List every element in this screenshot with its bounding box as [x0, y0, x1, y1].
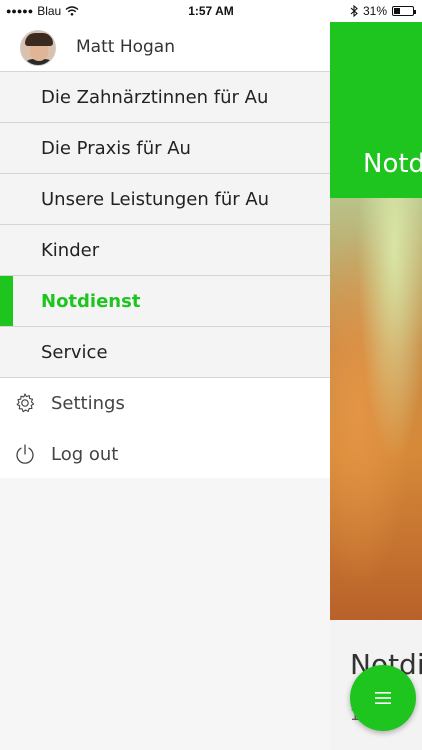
active-indicator [0, 276, 13, 326]
bluetooth-icon [350, 5, 358, 17]
app-header-title: Notd [363, 149, 422, 179]
logout-label: Log out [51, 444, 119, 465]
profile-name: Matt Hogan [76, 37, 175, 57]
menu-item-kinder[interactable]: Kinder [0, 225, 330, 276]
menu-item-zahnaerztinnen[interactable]: Die Zahnärztinnen für Au [0, 72, 330, 123]
logout-button[interactable]: Log out [0, 429, 330, 480]
menu-item-label: Unsere Leistungen für Au [41, 189, 270, 210]
menu-item-label: Service [41, 342, 108, 363]
menu-item-service[interactable]: Service [0, 327, 330, 378]
settings-label: Settings [51, 393, 125, 414]
avatar [20, 30, 56, 66]
hero-image [330, 198, 422, 620]
settings-button[interactable]: Settings [0, 378, 330, 429]
menu-icon [375, 692, 391, 704]
battery-icon [392, 6, 416, 16]
background-app[interactable]: Notd Notdi 1 [330, 0, 422, 750]
battery-percent: 31% [362, 4, 387, 18]
menu-item-label: Die Zahnärztinnen für Au [41, 87, 269, 108]
menu-item-label: Notdienst [41, 291, 141, 312]
menu-item-label: Kinder [41, 240, 100, 261]
menu-item-label: Die Praxis für Au [41, 138, 191, 159]
menu-item-praxis[interactable]: Die Praxis für Au [0, 123, 330, 174]
menu-item-notdienst[interactable]: Notdienst [0, 276, 330, 327]
menu-fab-button[interactable] [350, 665, 416, 731]
navigation-drawer: Matt Hogan Die Zahnärztinnen für Au Die … [0, 0, 330, 750]
menu-item-leistungen[interactable]: Unsere Leistungen für Au [0, 174, 330, 225]
app-header: Notd [330, 0, 422, 198]
gear-icon [16, 393, 35, 413]
system-menu: Settings Log out [0, 378, 330, 478]
status-bar: ●●●●● Blau 1:57 AM 31% [0, 0, 422, 22]
power-icon [16, 444, 34, 464]
menu-list: Die Zahnärztinnen für Au Die Praxis für … [0, 72, 330, 378]
profile-header[interactable]: Matt Hogan [0, 22, 330, 72]
